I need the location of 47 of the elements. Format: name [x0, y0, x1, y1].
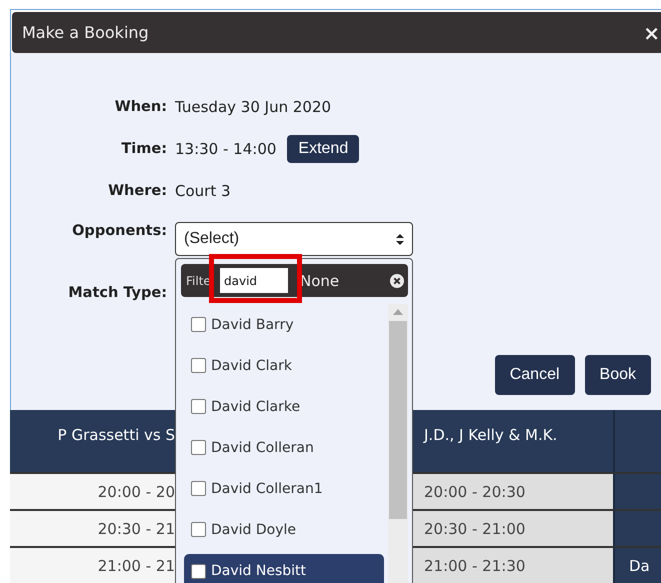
time-slot: 20:30 - 21:00 [413, 509, 613, 546]
filter-label: Filte [185, 274, 212, 288]
checkbox[interactable] [191, 317, 206, 332]
extend-button[interactable]: Extend [287, 135, 360, 163]
field-label: Time: [121, 141, 167, 157]
booking-cell: Da [613, 546, 661, 583]
field-value: 13:30 - 14:00 [175, 140, 276, 158]
time-slot: 20:00 - 20 [10, 472, 175, 509]
field-value: Court 3 [175, 182, 231, 200]
field-label: Opponents: [72, 223, 167, 239]
sort-arrows-icon [396, 234, 404, 244]
checkbox[interactable] [191, 358, 206, 373]
opponent-option[interactable]: David Doyle [176, 509, 386, 550]
checkbox[interactable] [191, 440, 206, 455]
opponent-option[interactable]: David Barry [176, 304, 386, 345]
checkbox[interactable] [191, 564, 206, 578]
checkbox[interactable] [191, 481, 206, 496]
field-value: Tuesday 30 Jun 2020 [175, 98, 332, 116]
opponent-option[interactable]: David Nesbitt [184, 554, 384, 583]
match-title: J.D., J Kelly & M.K. [413, 410, 613, 472]
filter-input[interactable]: david [220, 268, 288, 293]
close-button[interactable]: × [643, 22, 660, 42]
scrollbar[interactable] [388, 304, 408, 583]
match-title: P Grassetti vs S [10, 410, 175, 472]
clear-icon[interactable] [390, 274, 404, 288]
opponent-option[interactable]: David Colleran [176, 427, 386, 468]
field-label: Match Type: [68, 285, 167, 301]
opponents-select[interactable]: (Select) [175, 222, 413, 256]
field-label: When: [114, 99, 167, 115]
window-title: Make a Booking [21, 23, 149, 42]
time-slot: 21:00 - 21:30 [413, 546, 613, 583]
checkbox[interactable] [191, 522, 206, 537]
table-cell [613, 410, 661, 472]
opponent-option[interactable]: David Clark [176, 345, 386, 386]
table-cell [613, 472, 661, 509]
time-slot: 21:00 - 21 [10, 546, 175, 583]
scrollbar-thumb[interactable] [389, 321, 407, 519]
opponent-option[interactable]: David Colleran1 [176, 468, 386, 509]
table-cell [613, 509, 661, 546]
time-slot: 20:30 - 21 [10, 509, 175, 546]
time-slot: 20:00 - 20:30 [413, 472, 613, 509]
checkbox[interactable] [191, 399, 206, 414]
select-none-link[interactable]: None [300, 272, 340, 290]
book-button[interactable]: Book [584, 355, 651, 395]
opponent-option[interactable]: David Clarke [176, 386, 386, 427]
field-label: Where: [108, 183, 167, 199]
cancel-button[interactable]: Cancel [494, 355, 575, 395]
